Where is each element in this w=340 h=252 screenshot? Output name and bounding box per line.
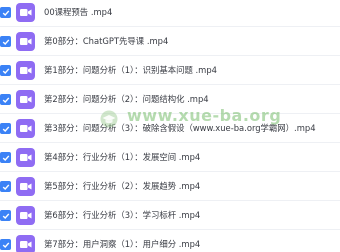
file-row[interactable]: 第3部分：问题分析（3）：破除含假设（www.xue-ba.org学霸网）.mp…	[0, 114, 340, 143]
file-name: 第4部分：行业分析（1）：发展空间 .mp4	[44, 152, 201, 162]
file-row[interactable]: 第5部分：行业分析（2）：发展趋势 .mp4	[0, 172, 340, 201]
video-icon	[16, 177, 35, 196]
checkbox[interactable]	[0, 210, 11, 221]
file-row[interactable]: 第1部分：问题分析（1）：识别基本问题 .mp4	[0, 56, 340, 85]
checkbox[interactable]	[0, 239, 11, 250]
file-row[interactable]: 第7部分：用户洞察（1）：用户细分 .mp4	[0, 230, 340, 252]
file-list: 00课程预告 .mp4 第0部分：ChatGPT先导课 .mp4 第1部分：问题…	[0, 0, 340, 252]
video-icon	[16, 148, 35, 167]
video-icon	[16, 235, 35, 252]
video-icon	[16, 206, 35, 225]
file-name: 第0部分：ChatGPT先导课 .mp4	[44, 36, 169, 46]
file-name: 第1部分：问题分析（1）：识别基本问题 .mp4	[44, 65, 217, 75]
video-icon	[16, 61, 35, 80]
checkbox[interactable]	[0, 94, 11, 105]
file-row[interactable]: 第6部分：行业分析（3）：学习标杆 .mp4	[0, 201, 340, 230]
file-name: 第5部分：行业分析（2）：发展趋势 .mp4	[44, 181, 201, 191]
file-name: 第3部分：问题分析（3）：破除含假设（www.xue-ba.org学霸网）.mp…	[44, 123, 316, 133]
checkbox[interactable]	[0, 123, 11, 134]
video-icon	[16, 32, 35, 51]
file-name: 00课程预告 .mp4	[44, 7, 113, 17]
checkbox[interactable]	[0, 181, 11, 192]
video-icon	[16, 119, 35, 138]
video-icon	[16, 90, 35, 109]
file-row[interactable]: 第2部分：问题分析（2）：问题结构化 .mp4	[0, 85, 340, 114]
file-name: 第2部分：问题分析（2）：问题结构化 .mp4	[44, 94, 209, 104]
file-row[interactable]: 00课程预告 .mp4	[0, 0, 340, 27]
checkbox[interactable]	[0, 65, 11, 76]
checkbox[interactable]	[0, 152, 11, 163]
file-row[interactable]: 第0部分：ChatGPT先导课 .mp4	[0, 27, 340, 56]
checkbox[interactable]	[0, 36, 11, 47]
video-icon	[16, 3, 35, 22]
file-row[interactable]: 第4部分：行业分析（1）：发展空间 .mp4	[0, 143, 340, 172]
file-name: 第6部分：行业分析（3）：学习标杆 .mp4	[44, 210, 201, 220]
checkbox[interactable]	[0, 7, 11, 18]
file-name: 第7部分：用户洞察（1）：用户细分 .mp4	[44, 239, 201, 249]
